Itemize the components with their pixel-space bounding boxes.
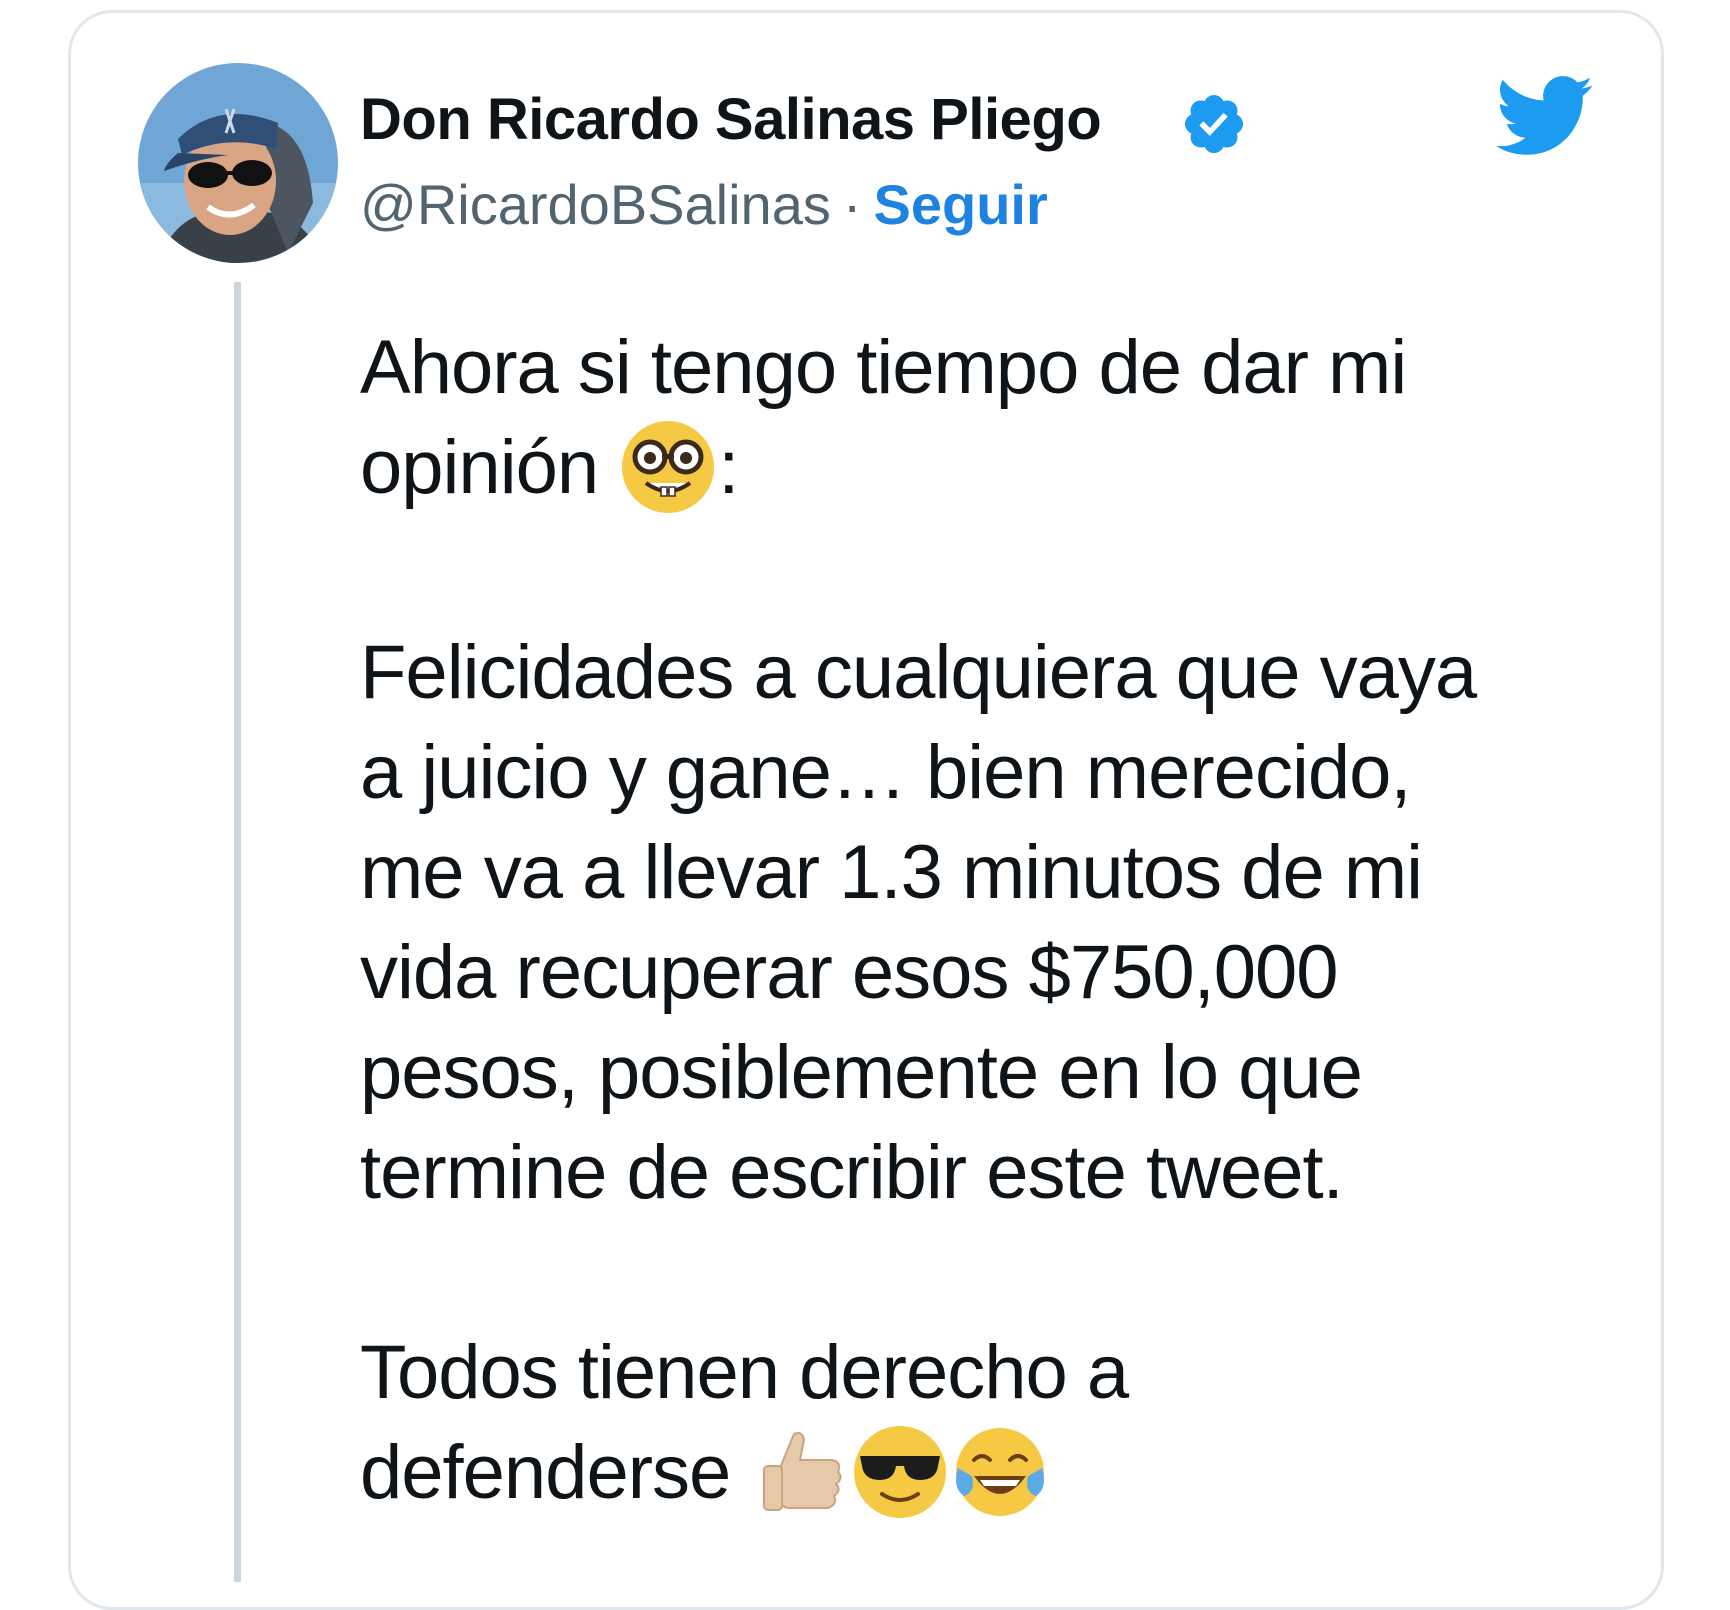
thumbs-up-emoji	[750, 1422, 850, 1522]
author-meta-row: @RicardoBSalinas · Seguir	[360, 172, 1048, 237]
tweet-line-text: opinión	[360, 425, 599, 510]
tweet-line: Felicidades a cualquiera que vaya	[360, 629, 1477, 715]
twitter-bird-icon[interactable]	[1495, 76, 1595, 158]
nerd-face-emoji	[618, 417, 718, 517]
tweet-line: vida recuperar esos $750,000	[360, 929, 1339, 1015]
tweet-line: me va a llevar 1.3 minutos de mi	[360, 829, 1423, 915]
author-display-name[interactable]: Don Ricardo Salinas Pliego	[360, 86, 1102, 153]
sunglasses-face-emoji	[850, 1422, 950, 1522]
tweet-line: Ahora si tengo tiempo de dar mi	[360, 325, 1407, 410]
follow-button[interactable]: Seguir	[874, 173, 1048, 236]
tweet-paragraph: Felicidades a cualquiera que vaya a juic…	[360, 623, 1610, 1223]
avatar[interactable]	[138, 63, 338, 263]
thread-line	[234, 282, 241, 1582]
tweet-line-text: defenderse	[360, 1429, 731, 1515]
tweet-line: a juicio y gane… bien merecido,	[360, 729, 1411, 815]
tweet-paragraph: Todos tienen derecho a defenderse	[360, 1323, 1610, 1528]
tweet-line: Todos tienen derecho a	[360, 1329, 1129, 1415]
tweet-line: opinión :	[360, 418, 1610, 523]
tears-of-joy-emoji	[950, 1422, 1050, 1522]
separator: ·	[842, 173, 862, 236]
tweet-line-text: :	[718, 425, 739, 510]
tweet-line: termine de escribir este tweet.	[360, 1129, 1344, 1215]
verified-badge-icon	[1180, 90, 1248, 158]
tweet-paragraph: Ahora si tengo tiempo de dar mi opinión …	[360, 318, 1610, 523]
author-handle[interactable]: @RicardoBSalinas	[360, 173, 831, 236]
tweet-line: pesos, posiblemente en lo que	[360, 1029, 1363, 1115]
tweet-body: Ahora si tengo tiempo de dar mi opinión …	[360, 318, 1610, 1528]
tweet-line: defenderse	[360, 1423, 1610, 1528]
